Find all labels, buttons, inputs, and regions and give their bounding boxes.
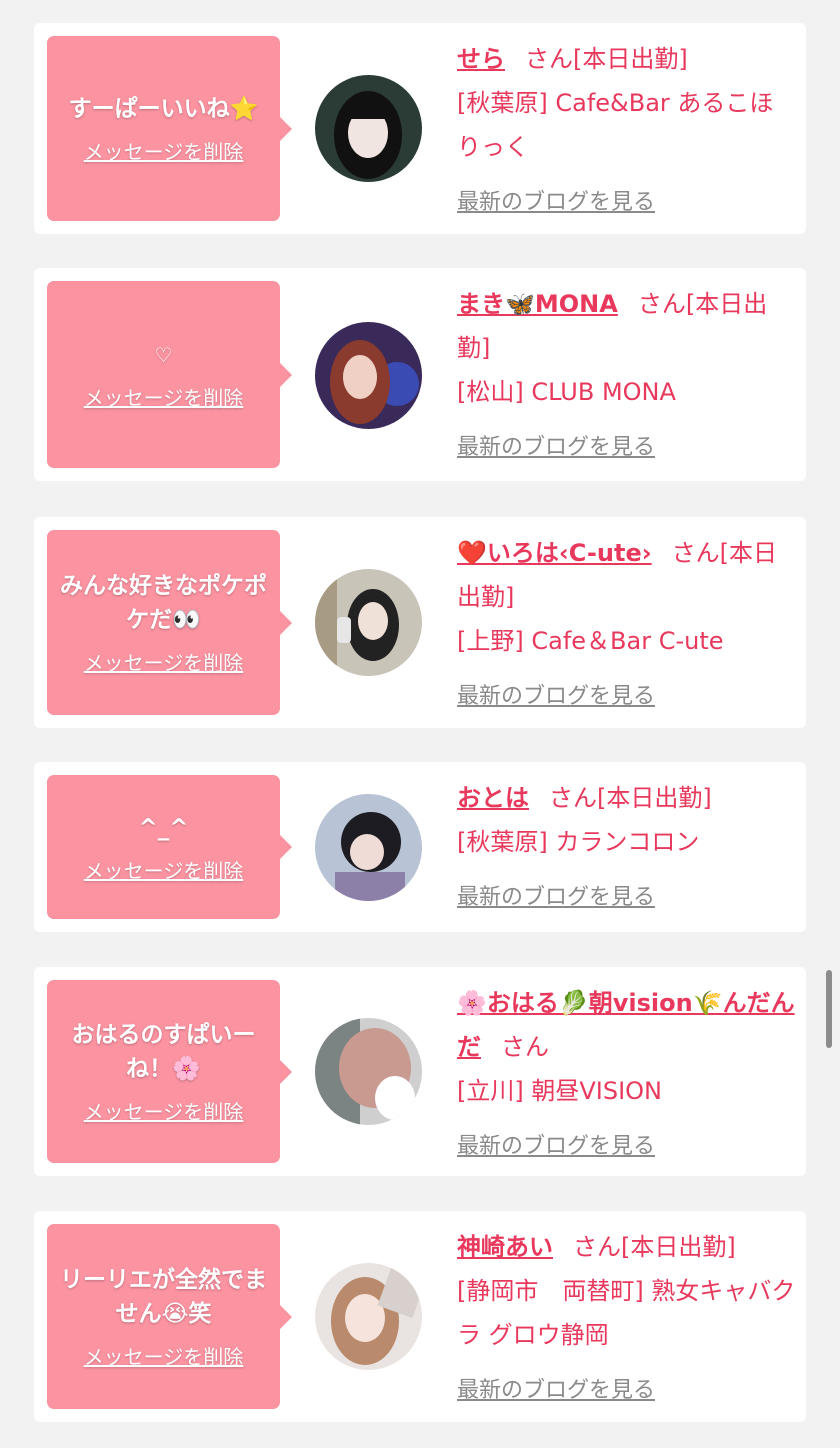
shop-name: [上野] Cafe＆Bar C-ute [457,627,724,655]
avatar[interactable] [315,1018,422,1125]
cast-info: ❤️いろは‹C-ute› さん[本日出勤] [上野] Cafe＆Bar C-ute… [457,531,797,719]
message-text: おはるのすぱいーね！🌸 [71,1022,256,1082]
avatar[interactable] [315,322,422,429]
message-text: みんな好きなポケポケだ👀 [60,573,267,633]
cast-status: さん[本日出勤] [549,784,712,812]
shop-name: [静岡市 両替町] 熟女キャバクラ グロウ静岡 [457,1277,796,1349]
message-bubble: すーぱーいいね⭐ メッセージを削除 [47,36,292,221]
delete-message-link[interactable]: メッセージを削除 [84,1341,244,1370]
message-bubble: おはるのすぱいーね！🌸 メッセージを削除 [47,980,292,1163]
delete-message-link[interactable]: メッセージを削除 [84,136,244,165]
message-bubble: リーリエが全然でません😭笑 メッセージを削除 [47,1224,292,1409]
message-card: すーぱーいいね⭐ メッセージを削除 せら さん[本日出勤] [秋葉原] Cafe&… [34,23,806,234]
cast-name-link[interactable]: ❤️いろは‹C-ute› [457,539,652,567]
avatar[interactable] [315,569,422,676]
shop-name: [秋葉原] Cafe&Bar あるこほりっく [457,89,774,161]
message-text: ♡ [154,343,173,367]
latest-blog-link[interactable]: 最新のブログを見る [457,876,655,920]
message-card: おはるのすぱいーね！🌸 メッセージを削除 🌸おはる🥬朝vision🌾んだんだ さん… [34,967,806,1176]
cast-info: せら さん[本日出勤] [秋葉原] Cafe&Bar あるこほりっく 最新のブログ… [457,37,797,225]
shop-name: [秋葉原] カランコロン [457,828,700,856]
cast-name-link[interactable]: 神崎あい [457,1233,553,1261]
latest-blog-link[interactable]: 最新のブログを見る [457,675,655,719]
avatar[interactable] [315,75,422,182]
message-card: リーリエが全然でません😭笑 メッセージを削除 神崎あい さん[本日出勤] [静岡市… [34,1211,806,1422]
delete-message-link[interactable]: メッセージを削除 [84,1096,244,1125]
cast-name-link[interactable]: おとは [457,784,529,812]
cast-status: さん [501,1033,549,1061]
message-card: ♡ メッセージを削除 まき🦋MONA さん[本日出勤] [松山] CLUB MON… [34,268,806,481]
cast-name-link[interactable]: せら [457,45,505,73]
scrollbar[interactable] [826,970,832,1048]
cast-info: まき🦋MONA さん[本日出勤] [松山] CLUB MONA 最新のブログを見る [457,282,797,470]
message-text: リーリエが全然でません😭笑 [60,1267,267,1327]
latest-blog-link[interactable]: 最新のブログを見る [457,1369,655,1413]
message-bubble: みんな好きなポケポケだ👀 メッセージを削除 [47,530,292,715]
avatar[interactable] [315,794,422,901]
message-card: みんな好きなポケポケだ👀 メッセージを削除 ❤️いろは‹C-ute› さん[本日出… [34,517,806,728]
cast-name-link[interactable]: まき🦋MONA [457,290,618,318]
cast-info: おとは さん[本日出勤] [秋葉原] カランコロン 最新のブログを見る [457,776,797,920]
cast-info: 🌸おはる🥬朝vision🌾んだんだ さん [立川] 朝昼VISION 最新のブログ… [457,981,797,1169]
message-text: すーぱーいいね⭐ [68,96,259,122]
message-bubble: ^_^ メッセージを削除 [47,775,292,919]
delete-message-link[interactable]: メッセージを削除 [84,855,244,884]
cast-info: 神崎あい さん[本日出勤] [静岡市 両替町] 熟女キャバクラ グロウ静岡 最新の… [457,1225,797,1413]
message-bubble: ♡ メッセージを削除 [47,281,292,468]
message-card: ^_^ メッセージを削除 おとは さん[本日出勤] [秋葉原] カランコロン 最新… [34,762,806,932]
shop-name: [松山] CLUB MONA [457,378,676,406]
latest-blog-link[interactable]: 最新のブログを見る [457,181,655,225]
delete-message-link[interactable]: メッセージを削除 [84,647,244,676]
delete-message-link[interactable]: メッセージを削除 [84,382,244,411]
avatar[interactable] [315,1263,422,1370]
latest-blog-link[interactable]: 最新のブログを見る [457,426,655,470]
cast-status: さん[本日出勤] [525,45,688,73]
cast-status: さん[本日出勤] [573,1233,736,1261]
shop-name: [立川] 朝昼VISION [457,1077,663,1105]
latest-blog-link[interactable]: 最新のブログを見る [457,1125,655,1169]
message-text: ^_^ [138,814,189,841]
